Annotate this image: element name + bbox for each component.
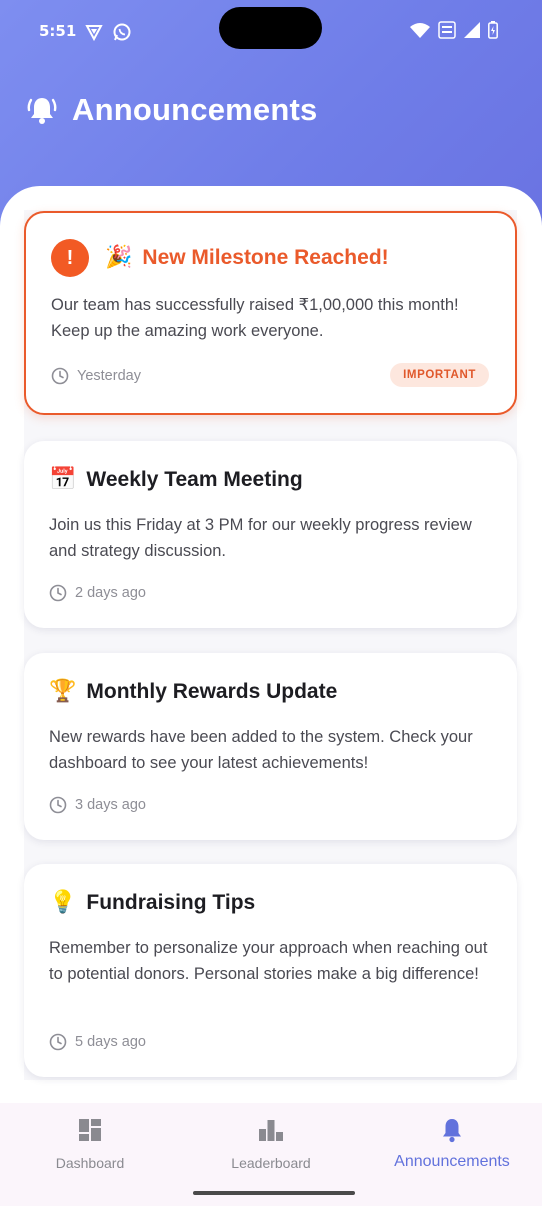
- battery-icon: [488, 21, 498, 39]
- card-body: Our team has successfully raised ₹1,00,0…: [51, 296, 459, 340]
- status-left-icons: [84, 22, 132, 42]
- dashboard-icon: [79, 1119, 101, 1141]
- card-timestamp: Yesterday: [51, 367, 141, 385]
- card-title: Monthly Rewards Update: [86, 680, 338, 703]
- trophy-icon: 🏆: [49, 679, 77, 704]
- card-title-row: 💡 Fundraising Tips: [49, 891, 255, 915]
- light-bulb-icon: 💡: [49, 890, 77, 915]
- announcement-card[interactable]: 💡 Fundraising Tips Remember to personali…: [24, 864, 517, 1077]
- wifi-icon: [410, 23, 430, 38]
- page-title-row: Announcements: [26, 92, 317, 128]
- card-title-row: 📅 Weekly Team Meeting: [49, 468, 303, 492]
- card-body: New rewards have been added to the syste…: [49, 728, 473, 772]
- status-time: 5:51: [39, 22, 77, 40]
- bell-icon: [443, 1119, 461, 1143]
- vpn-icon: [85, 25, 103, 42]
- announcement-card-important[interactable]: ! 🎉 New Milestone Reached! Our team has …: [24, 211, 517, 415]
- calendar-icon: 📅: [49, 467, 77, 492]
- nav-label: Dashboard: [55, 1155, 125, 1171]
- clock-icon: [49, 796, 67, 814]
- alert-icon: !: [51, 239, 89, 277]
- announcements-screen: 5:51 Announcements ! 🎉 New Milestone Rea…: [0, 0, 542, 1206]
- announcement-card[interactable]: 📅 Weekly Team Meeting Join us this Frida…: [24, 441, 517, 628]
- clock-icon: [49, 1033, 67, 1051]
- card-timestamp: 5 days ago: [49, 1033, 146, 1051]
- status-right-icons: [410, 21, 498, 39]
- nav-label: Announcements: [394, 1153, 510, 1170]
- page-title: Announcements: [72, 92, 318, 127]
- nav-item-dashboard[interactable]: Dashboard: [0, 1115, 180, 1171]
- nav-item-leaderboard[interactable]: Leaderboard: [181, 1115, 361, 1171]
- bell-ringing-icon: [27, 98, 57, 124]
- card-body: Remember to personalize your approach wh…: [49, 939, 488, 983]
- party-popper-icon: 🎉: [105, 245, 133, 270]
- card-body: Join us this Friday at 3 PM for our week…: [49, 516, 472, 560]
- cell-signal-icon: [464, 22, 480, 38]
- important-badge: IMPORTANT: [390, 363, 489, 387]
- timestamp-text: 3 days ago: [75, 797, 146, 813]
- card-title-row: ! 🎉 New Milestone Reached!: [51, 239, 389, 277]
- volte-icon: [438, 21, 456, 39]
- bar-chart-icon: [259, 1120, 283, 1141]
- timestamp-text: Yesterday: [77, 368, 141, 384]
- camera-cutout: [219, 7, 322, 49]
- nav-label: Leaderboard: [231, 1155, 311, 1171]
- card-title: Weekly Team Meeting: [86, 468, 303, 491]
- clock-icon: [49, 584, 67, 602]
- timestamp-text: 2 days ago: [75, 585, 146, 601]
- card-timestamp: 3 days ago: [49, 796, 146, 814]
- clock-icon: [51, 367, 69, 385]
- card-title: New Milestone Reached!: [142, 246, 389, 269]
- home-indicator[interactable]: [193, 1191, 355, 1195]
- nav-item-announcements[interactable]: Announcements: [362, 1115, 542, 1171]
- card-title: Fundraising Tips: [86, 891, 256, 914]
- card-title-row: 🏆 Monthly Rewards Update: [49, 680, 337, 704]
- card-timestamp: 2 days ago: [49, 584, 146, 602]
- whatsapp-icon: [113, 23, 131, 41]
- announcement-card[interactable]: 🏆 Monthly Rewards Update New rewards hav…: [24, 653, 517, 840]
- timestamp-text: 5 days ago: [75, 1034, 146, 1050]
